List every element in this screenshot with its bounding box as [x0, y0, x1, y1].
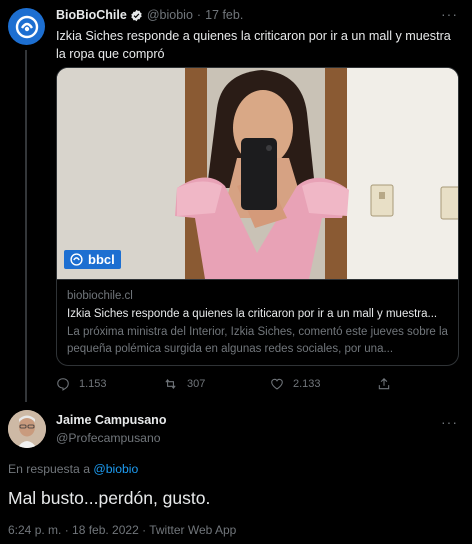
separator: ·	[196, 8, 202, 22]
retweet-icon	[165, 379, 176, 389]
thread-line	[25, 50, 27, 402]
tweet-actions: 1.153 307 2.133	[56, 376, 472, 392]
more-options-icon[interactable]: ···	[441, 414, 458, 430]
author-name[interactable]: BioBioChile	[56, 8, 127, 22]
like-count: 2.133	[293, 378, 321, 390]
link-description: La próxima ministra del Interior, Izkia …	[67, 326, 448, 355]
user-avatar[interactable]	[8, 410, 46, 448]
like-button[interactable]: 2.133	[270, 377, 377, 391]
reply-context: En respuesta a @biobio	[8, 462, 138, 476]
reply-icon	[57, 378, 69, 391]
tweet-date[interactable]: 17 feb.	[205, 8, 243, 22]
link-card-details: biobiochile.cl Izkia Siches responde a q…	[57, 279, 458, 365]
biobio-avatar[interactable]	[8, 8, 45, 45]
retweet-count: 307	[187, 378, 206, 390]
biobio-logo-icon	[15, 15, 38, 38]
parent-tweet-text: Izkia Siches responde a quienes la criti…	[56, 29, 451, 61]
verified-badge-icon	[130, 9, 143, 22]
share-button[interactable]	[377, 377, 472, 391]
bbcl-logo-icon	[70, 253, 83, 266]
parent-tweet-header: BioBioChile @biobio · 17 feb.	[56, 8, 243, 22]
reply-button[interactable]: 1.153	[56, 377, 163, 391]
retweet-button[interactable]: 307	[163, 377, 270, 391]
reply-author-handle[interactable]: @Profecampusano	[56, 431, 161, 445]
parent-tweet[interactable]: BioBioChile @biobio · 17 feb. ··· Izkia …	[0, 0, 472, 402]
reply-tweet-text: Mal busto...perdón, gusto.	[8, 488, 211, 508]
reply-prefix: En respuesta a	[8, 462, 90, 476]
link-domain: biobiochile.cl	[67, 290, 133, 302]
reply-author-name[interactable]: Jaime Campusano	[56, 413, 166, 427]
share-icon	[378, 378, 390, 390]
link-title: Izkia Siches responde a quienes la criti…	[67, 308, 438, 320]
more-options-icon[interactable]: ···	[441, 6, 458, 22]
bbcl-badge: bbcl	[64, 250, 121, 269]
author-handle[interactable]: @biobio	[147, 8, 193, 22]
bbcl-label: bbcl	[88, 252, 115, 267]
link-card-image: bbcl	[57, 68, 458, 279]
link-card[interactable]: bbcl biobiochile.cl Izkia Siches respond…	[56, 67, 459, 366]
reply-target-link[interactable]: @biobio	[93, 462, 138, 476]
reply-count: 1.153	[79, 378, 107, 390]
reply-tweet-meta[interactable]: 6:24 p. m. · 18 feb. 2022 · Twitter Web …	[8, 523, 236, 537]
heart-icon	[271, 378, 283, 390]
